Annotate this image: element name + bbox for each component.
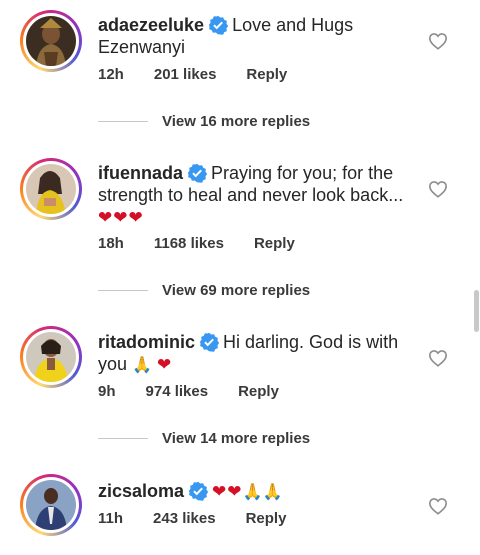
username[interactable]: adaezeeluke xyxy=(98,15,204,35)
view-more-replies-label: View 14 more replies xyxy=(162,430,311,447)
avatar xyxy=(26,164,76,214)
comment-body: Hi darling. God is with xyxy=(223,332,399,352)
divider xyxy=(98,290,148,291)
avatar-ring[interactable] xyxy=(20,474,82,536)
view-more-replies-label: View 16 more replies xyxy=(162,113,311,130)
comment-meta: 18h 1168 likes Reply xyxy=(98,235,325,252)
verified-badge-icon xyxy=(187,163,208,183)
timestamp: 11h xyxy=(98,510,124,527)
avatar-ring[interactable] xyxy=(20,10,82,72)
timestamp: 12h xyxy=(98,66,124,83)
comment-body-cont: strength to heal and never look back... xyxy=(98,185,404,205)
scrollbar[interactable] xyxy=(474,290,479,332)
comment-text: adaezeeluke Love and Hugs Ezenwanyi xyxy=(98,14,418,58)
likes-count[interactable]: 974 likes xyxy=(146,383,209,400)
comment-meta: 11h 243 likes Reply xyxy=(98,510,316,527)
view-more-replies[interactable]: View 16 more replies xyxy=(98,113,310,130)
comment-text: ifuennada Praying for you; for the streng… xyxy=(98,162,418,229)
likes-count[interactable]: 201 likes xyxy=(154,66,217,83)
avatar xyxy=(26,332,76,382)
comment-body-cont: you xyxy=(98,354,128,374)
view-more-replies[interactable]: View 14 more replies xyxy=(98,430,310,447)
comment-body: Love and Hugs xyxy=(232,15,354,35)
avatar-ring[interactable] xyxy=(20,326,82,388)
heart-emoji: ❤❤ xyxy=(212,482,243,502)
comment-body-cont: Ezenwanyi xyxy=(98,37,186,57)
praying-hands-emoji: 🙏🙏 xyxy=(242,482,283,501)
username[interactable]: zicsaloma xyxy=(98,481,184,501)
view-more-replies[interactable]: View 69 more replies xyxy=(98,282,310,299)
likes-count[interactable]: 1168 likes xyxy=(154,235,224,252)
divider xyxy=(98,121,148,122)
heart-outline-icon[interactable] xyxy=(428,180,448,198)
reply-button[interactable]: Reply xyxy=(254,235,295,252)
reply-button[interactable]: Reply xyxy=(246,510,287,527)
verified-badge-icon xyxy=(208,15,229,35)
timestamp: 9h xyxy=(98,383,116,400)
comment-meta: 12h 201 likes Reply xyxy=(98,66,317,83)
heart-emoji: ❤ xyxy=(156,355,173,375)
username[interactable]: ifuennada xyxy=(98,163,183,183)
username[interactable]: ritadominic xyxy=(98,332,195,352)
avatar xyxy=(26,16,76,66)
likes-count[interactable]: 243 likes xyxy=(153,510,216,527)
heart-emoji: ❤❤❤ xyxy=(98,208,144,228)
reply-button[interactable]: Reply xyxy=(238,383,279,400)
view-more-replies-label: View 69 more replies xyxy=(162,282,311,299)
verified-badge-icon xyxy=(188,481,209,501)
heart-outline-icon[interactable] xyxy=(428,497,448,515)
timestamp: 18h xyxy=(98,235,124,252)
verified-badge-icon xyxy=(199,332,220,352)
avatar-ring[interactable] xyxy=(20,158,82,220)
comment-meta: 9h 974 likes Reply xyxy=(98,383,309,400)
comment-text: ritadominic Hi darling. God is with you 🙏… xyxy=(98,331,418,376)
comment-text: zicsaloma ❤❤🙏🙏 xyxy=(98,480,418,503)
heart-outline-icon[interactable] xyxy=(428,349,448,367)
avatar xyxy=(26,480,76,530)
heart-outline-icon[interactable] xyxy=(428,32,448,50)
divider xyxy=(98,438,148,439)
praying-hands-emoji: 🙏 xyxy=(132,355,152,374)
comment-body: Praying for you; for the xyxy=(211,163,394,183)
reply-button[interactable]: Reply xyxy=(246,66,287,83)
